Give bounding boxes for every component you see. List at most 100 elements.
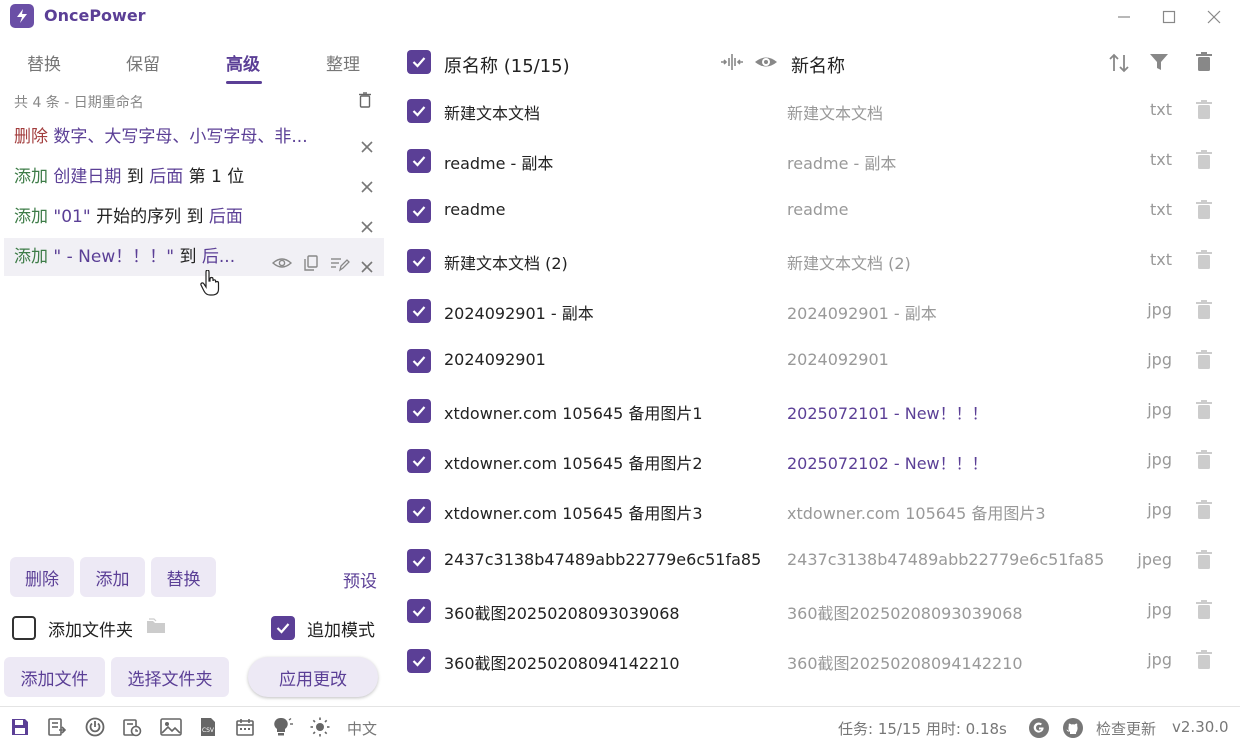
new-name: 360截图20250208093039068: [787, 604, 1023, 623]
file-checkbox[interactable]: [407, 249, 431, 273]
delete-row-icon[interactable]: [1196, 450, 1212, 474]
lightbulb-icon[interactable]: [272, 717, 293, 737]
maximize-icon[interactable]: [1158, 6, 1180, 28]
file-checkbox[interactable]: [407, 549, 431, 573]
close-icon[interactable]: [1203, 6, 1225, 28]
file-extension: txt: [1149, 150, 1172, 169]
preview-eye-icon[interactable]: [754, 52, 778, 76]
file-checkbox[interactable]: [407, 449, 431, 473]
history-icon[interactable]: [122, 717, 142, 737]
rule-item[interactable]: 添加 创建日期 到 后面 第 1 位: [4, 158, 384, 196]
select-all-checkbox[interactable]: [407, 50, 431, 74]
remove-rule-icon[interactable]: [360, 250, 374, 273]
eye-icon[interactable]: [271, 248, 293, 276]
replace-rule-button[interactable]: 替换: [151, 557, 216, 597]
delete-row-icon[interactable]: [1196, 500, 1212, 524]
rule-segment: 到: [174, 247, 202, 267]
file-row[interactable]: 新建文本文档 (2) 新建文本文档 (2) txt: [396, 236, 1240, 286]
file-checkbox[interactable]: [407, 399, 431, 423]
file-row[interactable]: readme - 副本 readme - 副本 txt: [396, 136, 1240, 186]
new-name: xtdowner.com 105645 备用图片3: [787, 504, 1046, 523]
delete-row-icon[interactable]: [1196, 650, 1212, 674]
delete-row-icon[interactable]: [1196, 200, 1212, 224]
file-checkbox[interactable]: [407, 599, 431, 623]
github-icon[interactable]: [1062, 717, 1083, 738]
new-name: readme: [787, 200, 849, 219]
filter-icon[interactable]: [1149, 52, 1169, 76]
file-row[interactable]: xtdowner.com 105645 备用图片2 2025072102 - Ne…: [396, 436, 1240, 486]
add-file-button[interactable]: 添加文件: [4, 657, 105, 697]
delete-all-icon[interactable]: [1196, 52, 1212, 76]
new-name-header: 新名称: [791, 56, 845, 77]
folder-icon: [145, 617, 167, 640]
remove-rule-icon[interactable]: [360, 170, 374, 193]
file-checkbox[interactable]: [407, 149, 431, 173]
file-row[interactable]: 2437c3138b47489abb22779e6c51fa85 2437c313…: [396, 536, 1240, 586]
remove-rule-icon[interactable]: [360, 130, 374, 153]
edit-icon[interactable]: [330, 248, 350, 276]
file-row[interactable]: xtdowner.com 105645 备用图片1 2025072101 - Ne…: [396, 386, 1240, 436]
file-extension: jpg: [1147, 500, 1172, 519]
copy-icon[interactable]: [302, 248, 320, 276]
delete-row-icon[interactable]: [1196, 550, 1212, 574]
tab-keep[interactable]: 保留: [126, 50, 160, 75]
tab-advanced[interactable]: 高级: [226, 50, 260, 75]
clear-rules-icon[interactable]: [358, 92, 372, 112]
delete-row-icon[interactable]: [1196, 100, 1212, 124]
delete-row-icon[interactable]: [1196, 250, 1212, 274]
save-icon[interactable]: [10, 717, 30, 737]
rule-item[interactable]: 删除 数字、大写字母、小写字母、非...: [4, 118, 384, 156]
csv-icon[interactable]: CSV: [198, 717, 218, 737]
file-row[interactable]: 新建文本文档 新建文本文档 txt: [396, 86, 1240, 136]
rule-item[interactable]: 添加 " - New！！！" 到 后...: [4, 238, 384, 276]
delete-row-icon[interactable]: [1196, 400, 1212, 424]
add-rule-button[interactable]: 添加: [80, 557, 145, 597]
add-folder-option[interactable]: 添加文件夹: [12, 614, 167, 642]
original-name: readme: [444, 200, 506, 219]
log-icon[interactable]: [47, 717, 67, 737]
power-icon[interactable]: [85, 717, 105, 737]
add-folder-checkbox[interactable]: [12, 616, 36, 640]
preset-link[interactable]: 预设: [343, 567, 377, 592]
image-icon[interactable]: [160, 717, 182, 737]
file-extension: jpg: [1147, 350, 1172, 369]
rule-text: 添加 创建日期 到 后面 第 1 位: [14, 167, 244, 187]
file-checkbox[interactable]: [407, 349, 431, 373]
title-bar: OncePower: [0, 0, 1240, 34]
tab-replace[interactable]: 替换: [27, 50, 61, 75]
file-row[interactable]: xtdowner.com 105645 备用图片3 xtdowner.com 10…: [396, 486, 1240, 536]
tab-organize[interactable]: 整理: [326, 50, 360, 75]
file-checkbox[interactable]: [407, 99, 431, 123]
theme-sun-icon[interactable]: [310, 717, 330, 737]
delete-row-icon[interactable]: [1196, 300, 1212, 324]
language-switch[interactable]: 中文: [347, 718, 377, 739]
file-row[interactable]: 360截图20250208093039068 360截图2025020809303…: [396, 586, 1240, 636]
original-name: 新建文本文档 (2): [444, 254, 568, 273]
delete-row-icon[interactable]: [1196, 350, 1212, 374]
file-checkbox[interactable]: [407, 299, 431, 323]
version-label: v2.30.0: [1172, 718, 1229, 736]
check-update-link[interactable]: 检查更新: [1096, 718, 1156, 739]
align-columns-icon[interactable]: [720, 52, 744, 76]
delete-row-icon[interactable]: [1196, 600, 1212, 624]
file-checkbox[interactable]: [407, 499, 431, 523]
delete-rule-button[interactable]: 删除: [10, 557, 74, 597]
google-icon[interactable]: [1028, 717, 1049, 738]
file-row[interactable]: 360截图20250208094142210 360截图2025020809414…: [396, 636, 1240, 686]
append-mode-option[interactable]: 追加模式: [271, 614, 375, 642]
original-name: xtdowner.com 105645 备用图片2: [444, 454, 703, 473]
file-row[interactable]: 2024092901 - 副本 2024092901 - 副本 jpg: [396, 286, 1240, 336]
select-folder-button[interactable]: 选择文件夹: [111, 657, 229, 697]
remove-rule-icon[interactable]: [360, 210, 374, 233]
calendar-icon[interactable]: [235, 717, 255, 737]
rule-item[interactable]: 添加 "01" 开始的序列 到 后面: [4, 198, 384, 236]
sort-icon[interactable]: [1107, 51, 1131, 79]
file-checkbox[interactable]: [407, 199, 431, 223]
minimize-icon[interactable]: [1113, 6, 1135, 28]
delete-row-icon[interactable]: [1196, 150, 1212, 174]
file-row[interactable]: readme readme txt: [396, 186, 1240, 236]
file-row[interactable]: 2024092901 2024092901 jpg: [396, 336, 1240, 386]
append-mode-checkbox[interactable]: [271, 616, 295, 640]
apply-changes-button[interactable]: 应用更改: [248, 657, 378, 697]
file-checkbox[interactable]: [407, 649, 431, 673]
